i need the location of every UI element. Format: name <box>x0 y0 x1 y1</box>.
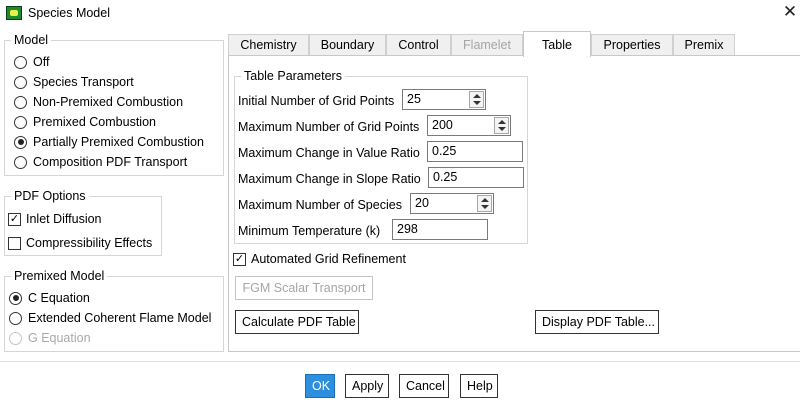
radio-off[interactable] <box>14 55 27 69</box>
window-title: Species Model <box>28 6 110 20</box>
max-change-slope-ratio-input[interactable]: 0.25 <box>428 167 524 188</box>
max-grid-points-input[interactable]: 200 <box>427 115 511 136</box>
ok-button[interactable]: OK <box>305 374 335 398</box>
help-button[interactable]: Help <box>460 374 498 398</box>
premixed-option-label: Extended Coherent Flame Model <box>28 311 212 325</box>
inlet-diffusion-label: Inlet Diffusion <box>26 212 102 226</box>
max-grid-points-value: 200 <box>432 118 453 132</box>
footer-separator <box>0 361 800 362</box>
initial-grid-points-input[interactable]: 25 <box>402 89 486 110</box>
tab-premix[interactable]: Premix <box>673 34 735 56</box>
radio-partially-premixed[interactable] <box>14 135 27 149</box>
model-option-partially-premixed[interactable]: Partially Premixed Combustion <box>14 133 204 151</box>
display-pdf-table-button[interactable]: Display PDF Table... <box>535 310 659 334</box>
radio-premixed[interactable] <box>14 115 27 129</box>
model-group: Model Off Species Transport Non-Premixed… <box>4 33 224 176</box>
radio-c-equation[interactable] <box>9 291 22 305</box>
initial-grid-points-value: 25 <box>407 92 421 106</box>
max-grid-points-label: Maximum Number of Grid Points <box>238 120 420 134</box>
tab-control[interactable]: Control <box>386 34 451 56</box>
automated-grid-refinement-option[interactable]: ✓ Automated Grid Refinement <box>233 250 406 268</box>
model-option-non-premixed[interactable]: Non-Premixed Combustion <box>14 93 183 111</box>
premixed-model-group: Premixed Model C Equation Extended Coher… <box>4 269 224 352</box>
model-option-species-transport[interactable]: Species Transport <box>14 73 134 91</box>
inlet-diffusion-option[interactable]: ✓ Inlet Diffusion <box>8 210 102 228</box>
app-icon <box>6 6 22 20</box>
model-option-off[interactable]: Off <box>14 53 49 71</box>
model-option-label: Non-Premixed Combustion <box>33 95 184 109</box>
inlet-diffusion-checkbox[interactable]: ✓ <box>8 212 21 226</box>
table-parameters-title: Table Parameters <box>241 69 345 83</box>
calculate-pdf-table-button[interactable]: Calculate PDF Table <box>235 310 359 334</box>
pdf-options-group: PDF Options ✓ Inlet Diffusion Compressib… <box>4 189 162 256</box>
automated-grid-refinement-checkbox[interactable]: ✓ <box>233 252 246 266</box>
g-equation-option: G Equation <box>9 329 91 347</box>
model-option-composition-pdf[interactable]: Composition PDF Transport <box>14 153 187 171</box>
max-species-label: Maximum Number of Species <box>238 198 402 212</box>
tab-flamelet: Flamelet <box>451 34 523 56</box>
automated-grid-refinement-label: Automated Grid Refinement <box>251 252 406 266</box>
tab-boundary[interactable]: Boundary <box>309 34 386 56</box>
model-option-label: Off <box>33 55 50 69</box>
max-change-value-ratio-label: Maximum Change in Value Ratio <box>238 146 420 160</box>
table-tab-panel: Table Parameters Initial Number of Grid … <box>228 55 800 352</box>
radio-ecfm[interactable] <box>9 311 22 325</box>
max-species-value: 20 <box>415 196 429 210</box>
model-option-label: Composition PDF Transport <box>33 155 188 169</box>
spinner-icon[interactable] <box>477 195 492 212</box>
spinner-icon[interactable] <box>494 117 509 134</box>
table-parameters-group: Table Parameters Initial Number of Grid … <box>234 69 528 244</box>
radio-composition-pdf[interactable] <box>14 155 27 169</box>
model-option-label: Species Transport <box>33 75 134 89</box>
compressibility-option[interactable]: Compressibility Effects <box>8 234 152 252</box>
pdf-options-title: PDF Options <box>11 189 89 203</box>
tab-properties[interactable]: Properties <box>591 34 673 56</box>
model-group-title: Model <box>11 33 52 47</box>
close-icon[interactable]: ✕ <box>782 2 798 22</box>
max-change-slope-ratio-label: Maximum Change in Slope Ratio <box>238 172 421 186</box>
model-option-premixed[interactable]: Premixed Combustion <box>14 113 156 131</box>
spinner-icon[interactable] <box>469 91 484 108</box>
title-bar: Species Model ✕ <box>0 0 800 27</box>
c-equation-option[interactable]: C Equation <box>9 289 90 307</box>
tab-chemistry[interactable]: Chemistry <box>228 34 309 56</box>
premixed-option-label: C Equation <box>28 291 90 305</box>
fgm-scalar-transport-button: FGM Scalar Transport <box>235 276 373 300</box>
compressibility-label: Compressibility Effects <box>26 236 153 250</box>
apply-button[interactable]: Apply <box>345 374 389 398</box>
max-species-input[interactable]: 20 <box>410 193 494 214</box>
premixed-model-title: Premixed Model <box>11 269 108 283</box>
initial-grid-points-label: Initial Number of Grid Points <box>238 94 395 108</box>
cancel-button[interactable]: Cancel <box>399 374 449 398</box>
radio-g-equation <box>9 331 22 345</box>
model-option-label: Premixed Combustion <box>33 115 156 129</box>
premixed-option-label: G Equation <box>28 331 91 345</box>
tab-table[interactable]: Table <box>523 31 591 57</box>
radio-non-premixed[interactable] <box>14 95 27 109</box>
radio-species-transport[interactable] <box>14 75 27 89</box>
min-temperature-input[interactable]: 298 <box>392 219 488 240</box>
ecfm-option[interactable]: Extended Coherent Flame Model <box>9 309 211 327</box>
compressibility-checkbox[interactable] <box>8 236 21 250</box>
max-change-value-ratio-input[interactable]: 0.25 <box>427 141 523 162</box>
model-option-label: Partially Premixed Combustion <box>33 135 204 149</box>
min-temperature-label: Minimum Temperature (k) <box>238 224 381 238</box>
